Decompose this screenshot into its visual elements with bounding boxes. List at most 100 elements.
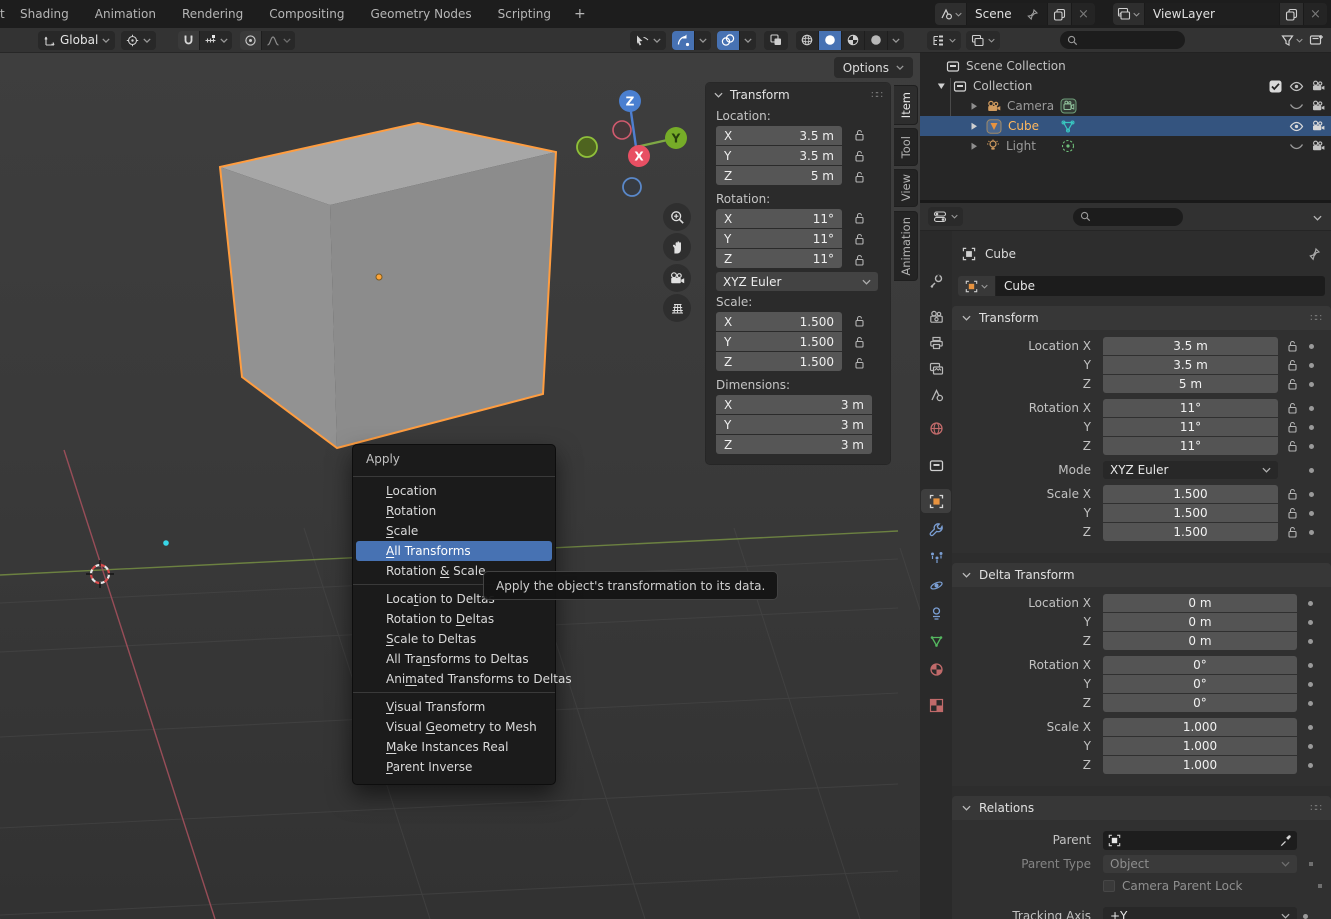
transform-panel-header[interactable]: Transform ∷∷ xyxy=(952,306,1331,330)
animate-dot[interactable] xyxy=(1308,682,1313,687)
disclosure-closed-icon[interactable] xyxy=(970,142,978,151)
transform-orientation-dropdown[interactable]: Global xyxy=(38,31,115,50)
animate-dot[interactable] xyxy=(1309,344,1314,349)
snap-toggle[interactable] xyxy=(178,31,199,50)
delta-scale-y-field[interactable]: 1.000 xyxy=(1103,737,1297,755)
delta-scale-x-field[interactable]: 1.000 xyxy=(1103,718,1297,736)
rotation-z-field[interactable]: Z11° xyxy=(716,249,842,268)
tab-particle-properties[interactable] xyxy=(920,545,952,569)
lock-open-icon[interactable] xyxy=(854,336,865,348)
outliner-display-mode-dropdown[interactable] xyxy=(927,31,961,50)
eye-closed-icon[interactable] xyxy=(1289,141,1304,152)
tab-modifier-properties[interactable] xyxy=(920,517,952,541)
animate-dot[interactable] xyxy=(1309,492,1314,497)
lock-open-icon[interactable] xyxy=(1286,402,1298,414)
animate-dot[interactable] xyxy=(1308,601,1313,606)
animate-dot[interactable] xyxy=(1309,444,1314,449)
xray-toggle[interactable] xyxy=(764,31,788,50)
tracking-axis-dropdown[interactable]: +Y xyxy=(1103,907,1297,919)
add-workspace-button[interactable]: + xyxy=(564,0,596,28)
tab-object-properties[interactable] xyxy=(921,489,951,513)
tab-output-properties[interactable] xyxy=(920,331,952,355)
delta-location-y-field[interactable]: 0 m xyxy=(1103,613,1297,631)
render-visibility-camera-icon[interactable] xyxy=(1311,120,1325,132)
menu-item-location[interactable]: Location xyxy=(356,481,552,501)
workspace-tab-geometry-nodes[interactable]: Geometry Nodes xyxy=(357,0,484,28)
tab-scene-properties[interactable] xyxy=(920,383,952,407)
animate-dot[interactable] xyxy=(1309,363,1314,368)
animate-dot[interactable] xyxy=(1308,763,1313,768)
outliner-filter-display-dropdown[interactable] xyxy=(966,31,1000,50)
rotation-mode-dropdown[interactable]: XYZ Euler xyxy=(1103,461,1278,479)
workspace-tab-clipped[interactable]: t xyxy=(0,0,7,28)
tab-render-properties[interactable] xyxy=(920,305,952,329)
lock-open-icon[interactable] xyxy=(854,212,865,224)
lock-open-icon[interactable] xyxy=(854,129,865,141)
animate-dot[interactable] xyxy=(1308,725,1313,730)
scale-x-field[interactable]: 1.500 xyxy=(1103,485,1278,503)
delta-location-z-field[interactable]: 0 m xyxy=(1103,632,1297,650)
animate-dot[interactable] xyxy=(1309,468,1314,473)
lock-open-icon[interactable] xyxy=(1286,507,1298,519)
render-visibility-camera-icon[interactable] xyxy=(1311,100,1325,112)
animate-dot[interactable] xyxy=(1309,406,1314,411)
menu-item-parent-inverse[interactable]: Parent Inverse xyxy=(356,757,552,777)
lock-open-icon[interactable] xyxy=(1286,488,1298,500)
lock-open-icon[interactable] xyxy=(1286,378,1298,390)
scale-x-field[interactable]: X1.500 xyxy=(716,312,842,331)
scene-unlink-button[interactable]: × xyxy=(1071,3,1095,25)
view-layer-new-button[interactable] xyxy=(1279,3,1303,25)
transform-panel-header[interactable]: Transform ∷∷ xyxy=(706,83,890,107)
menu-item-all-transforms-to-deltas[interactable]: All Transforms to Deltas xyxy=(356,649,552,669)
tab-tool-properties[interactable] xyxy=(920,269,952,293)
scene-browse-button[interactable] xyxy=(935,3,967,25)
workspace-tab-compositing[interactable]: Compositing xyxy=(256,0,357,28)
pan-view-button[interactable] xyxy=(663,233,691,261)
animate-dot[interactable] xyxy=(1308,620,1313,625)
rotation-y-field[interactable]: Y11° xyxy=(716,229,842,248)
delta-location-x-field[interactable]: 0 m xyxy=(1103,594,1297,612)
scene-name-field[interactable]: Scene xyxy=(967,3,1047,25)
scale-z-field[interactable]: Z1.500 xyxy=(716,352,842,371)
parent-type-dropdown[interactable]: Object xyxy=(1103,855,1297,873)
tab-physics-properties[interactable] xyxy=(920,573,952,597)
delta-rotation-y-field[interactable]: 0° xyxy=(1103,675,1297,693)
rotation-mode-dropdown[interactable]: XYZ Euler xyxy=(716,272,878,291)
pivot-point-dropdown[interactable] xyxy=(121,31,156,50)
tab-world-properties[interactable] xyxy=(920,416,952,440)
disclosure-closed-icon[interactable] xyxy=(970,122,978,131)
dimension-x-field[interactable]: X3 m xyxy=(716,395,872,414)
rotation-y-field[interactable]: 11° xyxy=(1103,418,1278,436)
rotation-z-field[interactable]: 11° xyxy=(1103,437,1278,455)
show-object-types-dropdown[interactable] xyxy=(630,31,666,50)
shading-wireframe-button[interactable] xyxy=(796,31,818,50)
new-collection-button[interactable] xyxy=(1309,33,1324,47)
shading-solid-button[interactable] xyxy=(818,31,841,50)
menu-item-visual-geometry-to-mesh[interactable]: Visual Geometry to Mesh xyxy=(356,717,552,737)
animate-dot[interactable] xyxy=(1309,382,1314,387)
view-layer-name-field[interactable]: ViewLayer xyxy=(1145,3,1279,25)
workspace-tab-shading[interactable]: Shading xyxy=(7,0,82,28)
tab-material-properties[interactable] xyxy=(920,657,952,681)
lock-open-icon[interactable] xyxy=(1286,359,1298,371)
disclosure-closed-icon[interactable] xyxy=(970,102,978,111)
outliner-row-collection[interactable]: Collection xyxy=(920,76,1331,96)
properties-editor-type-dropdown[interactable] xyxy=(928,207,963,226)
tab-animation[interactable]: Animation xyxy=(894,211,918,281)
camera-view-button[interactable] xyxy=(663,264,691,292)
location-y-field[interactable]: Y3.5 m xyxy=(716,146,842,165)
menu-item-make-instances-real[interactable]: Make Instances Real xyxy=(356,737,552,757)
pin-icon[interactable] xyxy=(1026,8,1039,21)
location-y-field[interactable]: 3.5 m xyxy=(1103,356,1278,374)
scale-z-field[interactable]: 1.500 xyxy=(1103,523,1278,541)
tab-collection-properties[interactable] xyxy=(920,453,952,477)
camera-data-badge[interactable] xyxy=(1060,98,1077,114)
mesh-data-badge[interactable] xyxy=(1060,118,1076,134)
tab-constraint-properties[interactable] xyxy=(920,601,952,625)
shading-rendered-button[interactable] xyxy=(864,31,887,50)
eye-open-icon[interactable] xyxy=(1289,81,1304,92)
render-visibility-camera-icon[interactable] xyxy=(1311,80,1325,92)
tab-view-layer-properties[interactable] xyxy=(920,357,952,381)
rotation-x-field[interactable]: 11° xyxy=(1103,399,1278,417)
outliner-row-cube[interactable]: Cube xyxy=(920,116,1331,136)
